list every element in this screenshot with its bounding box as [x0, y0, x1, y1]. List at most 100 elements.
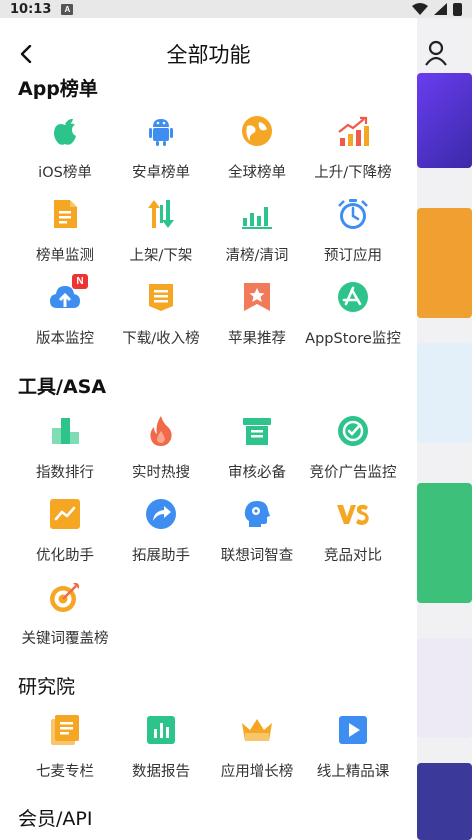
- notification-icon: A: [61, 3, 74, 15]
- feature-label: 拓展助手: [132, 548, 190, 564]
- feature-optimization-assistant[interactable]: 优化助手: [17, 489, 113, 572]
- feature-rise-fall-rankings[interactable]: 上升/下降榜: [305, 106, 401, 189]
- feature-label: 竞品对比: [324, 548, 382, 564]
- header: 全部功能: [0, 18, 417, 70]
- feature-label: AppStore监控: [305, 331, 401, 347]
- feature-clear-rankings[interactable]: 清榜/清词: [209, 189, 305, 272]
- feature-label: 上架/下架: [129, 248, 193, 264]
- feature-qimai-column[interactable]: 七麦专栏: [17, 705, 113, 788]
- feature-bid-ad-monitor[interactable]: 竞价广告监控: [305, 406, 401, 489]
- status-time: 10:13: [10, 1, 52, 17]
- new-badge: N: [72, 274, 88, 289]
- download-list-icon: [144, 280, 178, 314]
- column-doc-icon: [48, 713, 82, 747]
- feature-preorder-apps[interactable]: 预订应用: [305, 189, 401, 272]
- feature-app-growth-rankings[interactable]: 应用增长榜: [209, 705, 305, 788]
- head-gear-icon: [240, 497, 274, 531]
- signal-icon: [434, 3, 447, 15]
- feature-label: 指数排行: [36, 465, 94, 481]
- archive-box-icon: [240, 414, 274, 448]
- feature-listing-delisting[interactable]: 上架/下架: [113, 189, 209, 272]
- feature-label: 下载/收入榜: [122, 331, 200, 347]
- feature-index-ranking[interactable]: 指数排行: [17, 406, 113, 489]
- feature-associative-word-search[interactable]: 联想词智查: [209, 489, 305, 572]
- section-title-app-rankings: App榜单: [18, 78, 98, 100]
- background-banner: [417, 73, 472, 168]
- feature-label: 苹果推荐: [228, 331, 286, 347]
- feature-label: 优化助手: [36, 548, 94, 564]
- user-icon[interactable]: [425, 40, 447, 66]
- status-indicators: [412, 2, 462, 16]
- feature-review-essentials[interactable]: 审核必备: [209, 406, 305, 489]
- background-banner: [417, 208, 472, 318]
- stopwatch-icon: [336, 197, 370, 231]
- feature-label: 安卓榜单: [132, 165, 190, 181]
- feature-label: 线上精品课: [316, 764, 390, 780]
- battery-icon: [453, 2, 462, 16]
- dart-target-icon: [48, 580, 82, 614]
- feature-label: 预订应用: [324, 248, 382, 264]
- appstore-icon: [336, 280, 370, 314]
- android-icon: [144, 114, 178, 148]
- feature-label: 竞价广告监控: [309, 465, 397, 481]
- bar-chart-icon: [240, 197, 274, 231]
- feature-label: 上升/下降榜: [314, 165, 392, 181]
- document-icon: [48, 197, 82, 231]
- index-bars-icon: [48, 414, 82, 448]
- background-banner: [417, 763, 472, 840]
- back-button[interactable]: [14, 42, 38, 66]
- background-banner: [417, 483, 472, 603]
- feature-appstore-monitor[interactable]: AppStore监控: [305, 272, 401, 355]
- globe-icon: [240, 114, 274, 148]
- apple-icon: [48, 114, 82, 148]
- app-rankings-grid: iOS榜单 安卓榜单 全球榜单 上升/下降榜 榜单监测 上架/下架 清榜/清词 …: [17, 106, 401, 355]
- section-title-membership-api: 会员/API: [18, 808, 93, 830]
- feature-keyword-coverage-rankings[interactable]: 关键词覆盖榜: [17, 572, 113, 655]
- feature-label: 七麦专栏: [36, 764, 94, 780]
- tools-asa-grid: 指数排行 实时热搜 审核必备 竞价广告监控 优化助手 拓展助手 联想词智查 竞品…: [17, 406, 401, 655]
- feature-label: 应用增长榜: [220, 764, 294, 780]
- feature-label: 版本监控: [36, 331, 94, 347]
- feature-version-monitor[interactable]: N 版本监控: [17, 272, 113, 355]
- feature-online-courses[interactable]: 线上精品课: [305, 705, 401, 788]
- feature-download-revenue-rankings[interactable]: 下载/收入榜: [113, 272, 209, 355]
- feature-ios-rankings[interactable]: iOS榜单: [17, 106, 113, 189]
- trend-up-icon: [336, 114, 370, 148]
- section-title-research-institute: 研究院: [18, 676, 76, 698]
- star-bookmark-icon: [240, 280, 274, 314]
- feature-ranking-monitor[interactable]: 榜单监测: [17, 189, 113, 272]
- feature-apple-recommendations[interactable]: 苹果推荐: [209, 272, 305, 355]
- feature-label: 清榜/清词: [225, 248, 289, 264]
- feature-data-reports[interactable]: 数据报告: [113, 705, 209, 788]
- feature-expansion-assistant[interactable]: 拓展助手: [113, 489, 209, 572]
- line-chart-icon: [48, 497, 82, 531]
- background-banner: [417, 343, 472, 443]
- feature-label: 全球榜单: [228, 165, 286, 181]
- feature-label: iOS榜单: [38, 165, 92, 181]
- status-bar: 10:13 A: [0, 0, 472, 18]
- feature-android-rankings[interactable]: 安卓榜单: [113, 106, 209, 189]
- flame-icon: [144, 414, 178, 448]
- wifi-icon: [412, 3, 428, 15]
- play-video-icon: [336, 713, 370, 747]
- crown-icon: [240, 713, 274, 747]
- feature-hot-search[interactable]: 实时热搜: [113, 406, 209, 489]
- background-banner: [417, 638, 472, 738]
- up-down-arrows-icon: [144, 197, 178, 231]
- feature-global-rankings[interactable]: 全球榜单: [209, 106, 305, 189]
- feature-label: 实时热搜: [132, 465, 190, 481]
- feature-label: 数据报告: [132, 764, 190, 780]
- feature-competitor-comparison[interactable]: 竞品对比: [305, 489, 401, 572]
- cloud-upload-icon: N: [48, 274, 88, 314]
- section-title-tools-asa: 工具/ASA: [18, 376, 107, 398]
- research-institute-grid: 七麦专栏 数据报告 应用增长榜 线上精品课: [17, 705, 401, 788]
- report-chart-icon: [144, 713, 178, 747]
- page-title: 全部功能: [166, 43, 251, 67]
- feature-label: 审核必备: [228, 465, 286, 481]
- all-features-drawer: 全部功能 App榜单 iOS榜单 安卓榜单 全球榜单 上升/下降榜 榜单监测 上…: [0, 18, 417, 840]
- feature-label: 榜单监测: [36, 248, 94, 264]
- feature-label: 联想词智查: [220, 548, 294, 564]
- feature-label: 关键词覆盖榜: [21, 631, 109, 647]
- chevron-left-icon: [20, 45, 32, 63]
- target-check-icon: [336, 414, 370, 448]
